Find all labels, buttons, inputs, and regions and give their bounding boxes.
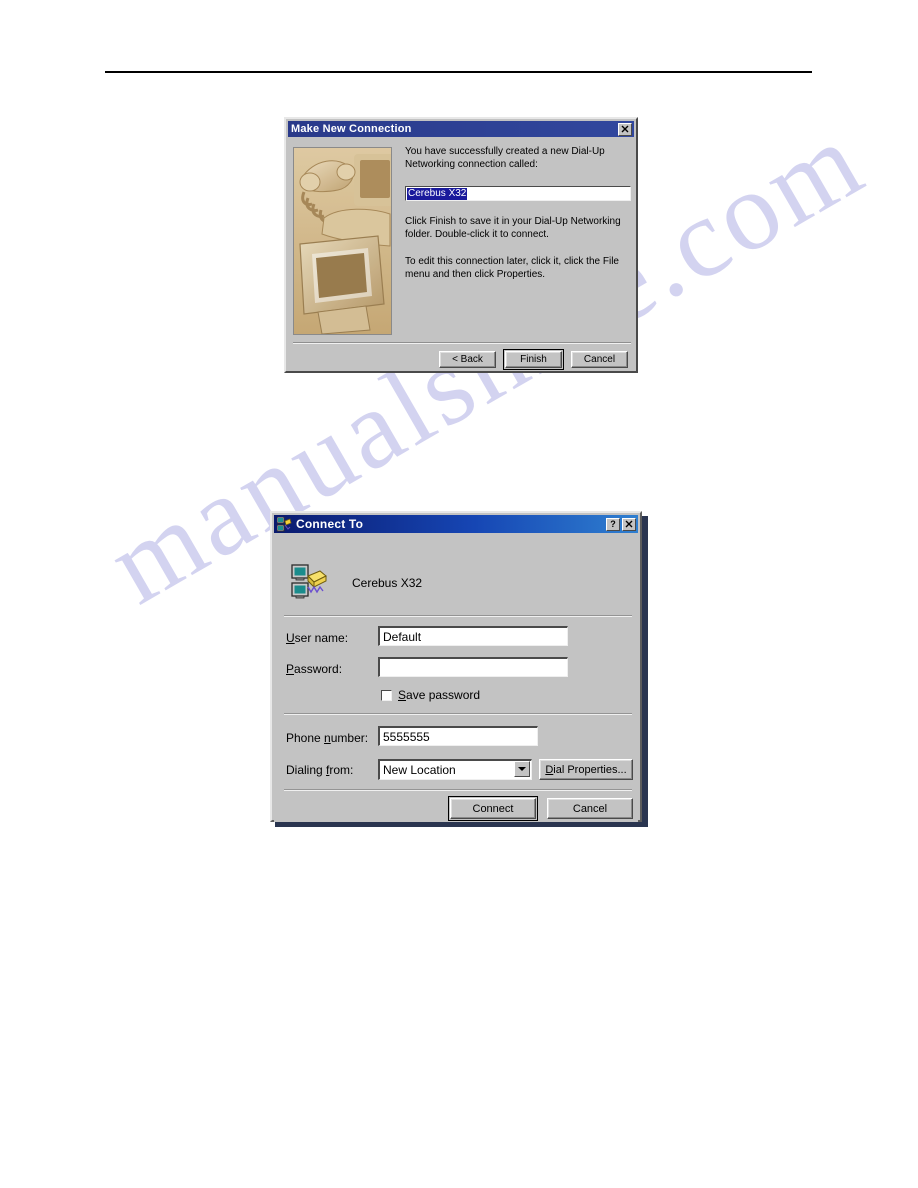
connect-button-label: Connect [472, 802, 514, 815]
dialing-from-label: Dialing from: [286, 763, 354, 777]
dialing-from-value: New Location [383, 763, 456, 777]
dialog1-paragraph-2: Click Finish to save it in your Dial-Up … [405, 216, 621, 241]
password-label: Password: [286, 662, 343, 676]
connect-to-dialog: Connect To ? Cerebus X32 User name: Defa… [270, 511, 642, 822]
user-name-input[interactable]: Default [378, 626, 568, 646]
user-name-value: Default [383, 629, 422, 644]
phone-number-label-b: umber: [330, 731, 369, 745]
dialing-from-label-b: rom: [329, 763, 354, 777]
dialog2-cancel-button[interactable]: Cancel [547, 798, 633, 819]
phone-number-value: 5555555 [383, 729, 430, 744]
dialog2-cancel-label: Cancel [572, 802, 608, 815]
dialog1-paragraph-3: To edit this connection later, click it,… [405, 256, 619, 281]
dialog1-instructions-2: Click Finish to save it in your Dial-Up … [405, 215, 633, 251]
user-name-label: User name: [286, 631, 349, 645]
phone-number-label: Phone number: [286, 731, 369, 745]
dialog1-title: Make New Connection [291, 123, 412, 135]
dialog1-button-row: < Back Finish Cancel [439, 349, 628, 370]
dialog2-separator-top [284, 615, 632, 617]
password-input[interactable] [378, 657, 568, 677]
finish-button[interactable]: Finish [503, 349, 564, 370]
dialog2-separator-bottom [284, 789, 632, 791]
dialog1-instructions-3: To edit this connection later, click it,… [405, 255, 633, 291]
user-name-label-rest: ser name: [294, 631, 349, 645]
dialing-from-combobox[interactable]: New Location [378, 759, 532, 780]
connection-name-label: Cerebus X32 [352, 576, 423, 590]
connect-button[interactable]: Connect [448, 796, 538, 821]
dialog1-separator [293, 342, 631, 344]
cancel-button-label: Cancel [583, 354, 616, 365]
dialog2-drop-shadow-right [642, 516, 648, 822]
dialog1-body: You have successfully created a new Dial… [288, 137, 634, 371]
save-password-label-rest: ave password [406, 688, 481, 702]
help-icon-label: ? [610, 518, 616, 529]
dialog2-title: Connect To [296, 517, 364, 531]
phone-number-input[interactable]: 5555555 [378, 726, 538, 746]
dialog2-drop-shadow-bottom [275, 822, 648, 827]
back-button-label: < Back [452, 354, 483, 365]
dialog2-body: Cerebus X32 User name: Default Password:… [274, 533, 638, 822]
dialog2-separator-middle [284, 713, 632, 715]
cancel-button[interactable]: Cancel [571, 351, 628, 368]
dialup-networking-icon [291, 563, 327, 599]
dialog2-titlebar[interactable]: Connect To ? [274, 515, 638, 533]
dialing-from-label-a: Dialing [286, 763, 327, 777]
dialog2-button-row: Connect Cancel [448, 796, 633, 821]
connection-name-input[interactable]: Cerebus X32 [405, 186, 631, 201]
save-password-label[interactable]: Save password [398, 688, 480, 702]
password-label-rest: assword: [294, 662, 343, 676]
dialog1-paragraph-1: You have successfully created a new Dial… [405, 146, 605, 171]
dialog1-instructions: You have successfully created a new Dial… [405, 145, 633, 181]
phone-number-label-a: Phone [286, 731, 325, 745]
dialog1-titlebar[interactable]: Make New Connection [288, 121, 634, 137]
dial-properties-label: Dial Properties... [545, 763, 627, 776]
close-icon[interactable] [618, 122, 632, 136]
dial-properties-button[interactable]: Dial Properties... [539, 759, 633, 780]
finish-button-label: Finish [520, 354, 547, 365]
connection-name-value: Cerebus X32 [407, 187, 468, 200]
chevron-down-icon[interactable] [514, 761, 530, 777]
page-header-rule [105, 71, 812, 73]
dialup-connection-icon [276, 516, 292, 532]
make-new-connection-dialog: Make New Connection You have successfull… [284, 117, 638, 373]
illustration-photo [293, 147, 392, 335]
close-icon[interactable] [622, 517, 636, 531]
save-password-checkbox[interactable] [381, 690, 392, 701]
help-icon[interactable]: ? [606, 517, 620, 531]
back-button[interactable]: < Back [439, 351, 496, 368]
chevron-down-glyph [518, 767, 526, 771]
